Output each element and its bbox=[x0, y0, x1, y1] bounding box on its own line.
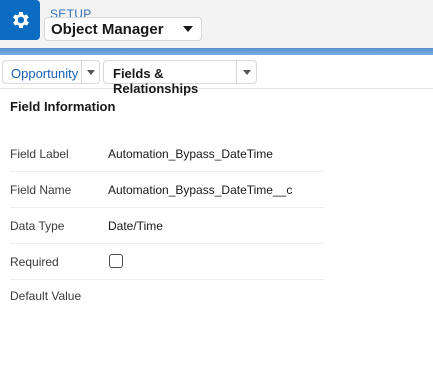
tab-opportunity[interactable]: Opportunity bbox=[2, 60, 82, 84]
data-type-row: Data Type Date/Time bbox=[10, 209, 324, 244]
default-value-row: Default Value bbox=[10, 279, 324, 314]
object-manager-label: Object Manager bbox=[51, 21, 164, 38]
data-type-value: Date/Time bbox=[108, 219, 163, 233]
field-name-key: Field Name bbox=[10, 183, 72, 197]
tab-fields-relationships[interactable]: Fields & Relationships bbox=[103, 60, 237, 96]
object-manager-dropdown[interactable]: Object Manager bbox=[44, 17, 202, 41]
default-value-key: Default Value bbox=[10, 289, 82, 303]
tab-opportunity-menu-button[interactable] bbox=[82, 60, 100, 84]
data-type-key: Data Type bbox=[10, 219, 65, 233]
field-name-row: Field Name Automation_Bypass_DateTime__c bbox=[10, 173, 324, 208]
chevron-down-icon bbox=[183, 26, 193, 32]
required-key: Required bbox=[10, 255, 59, 269]
field-name-value: Automation_Bypass_DateTime__c bbox=[108, 183, 293, 197]
section-title: Field Information bbox=[10, 99, 116, 114]
required-checkbox[interactable] bbox=[109, 254, 123, 268]
chevron-down-icon bbox=[242, 70, 251, 75]
setup-header: SETUP Object Manager bbox=[0, 0, 433, 48]
header-accent-band bbox=[0, 48, 433, 55]
object-tabs-bar: Opportunity Fields & Relationships bbox=[0, 55, 433, 96]
field-label-value: Automation_Bypass_DateTime bbox=[108, 147, 273, 161]
setup-app-icon[interactable] bbox=[0, 0, 40, 40]
field-label-row: Field Label Automation_Bypass_DateTime bbox=[10, 137, 324, 172]
tab-fields-relationships-menu-button[interactable] bbox=[237, 60, 257, 84]
setup-page: SETUP Object Manager Opportunity Fields … bbox=[0, 0, 433, 383]
chevron-down-icon bbox=[86, 70, 95, 75]
field-label-key: Field Label bbox=[10, 147, 69, 161]
tab-opportunity-label: Opportunity bbox=[11, 66, 79, 81]
gear-icon bbox=[13, 12, 29, 28]
tab-fields-relationships-label: Fields & Relationships bbox=[113, 66, 199, 96]
required-row: Required bbox=[10, 245, 324, 280]
